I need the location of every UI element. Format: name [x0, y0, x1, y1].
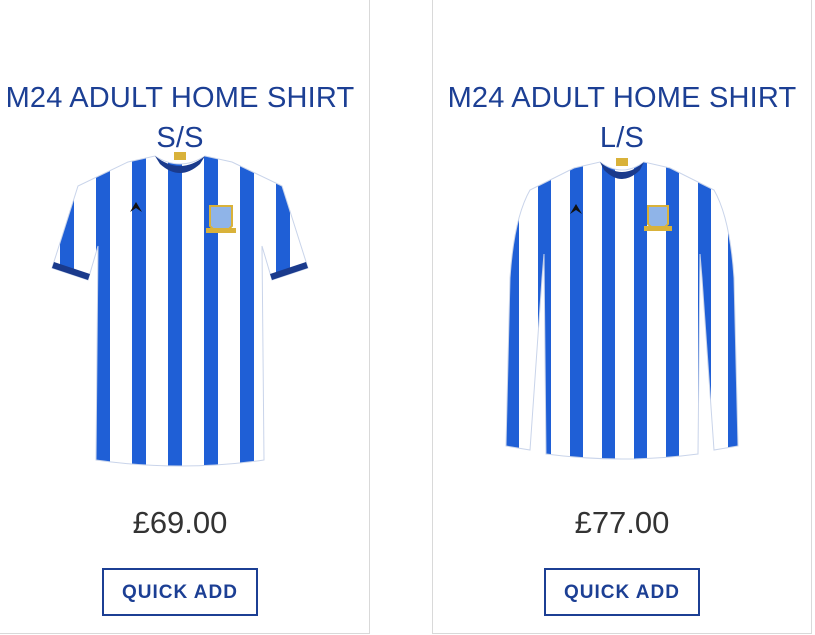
product-image-long-sleeve-shirt[interactable] [502, 158, 742, 463]
product-price: £69.00 [132, 505, 228, 540]
product-card-home-shirt-ss[interactable]: M24 ADULT HOME SHIRT S/S £69.00 QUICK AD… [0, 0, 370, 634]
product-price: £77.00 [574, 505, 670, 540]
product-title[interactable]: M24 ADULT HOME SHIRT S/S [0, 78, 369, 158]
product-title[interactable]: M24 ADULT HOME SHIRT L/S [433, 78, 811, 158]
product-title-line2[interactable]: L/S [433, 118, 811, 158]
quick-add-button[interactable]: QUICK ADD [102, 568, 258, 616]
quick-add-button[interactable]: QUICK ADD [544, 568, 700, 616]
product-title-line1[interactable]: M24 ADULT HOME SHIRT [0, 78, 369, 118]
product-image-short-sleeve-shirt[interactable] [50, 150, 310, 470]
product-title-line1[interactable]: M24 ADULT HOME SHIRT [433, 78, 811, 118]
product-grid: M24 ADULT HOME SHIRT S/S £69.00 QUICK AD… [0, 0, 815, 635]
product-card-home-shirt-ls[interactable]: M24 ADULT HOME SHIRT L/S £77.00 QUICK AD… [432, 0, 812, 634]
